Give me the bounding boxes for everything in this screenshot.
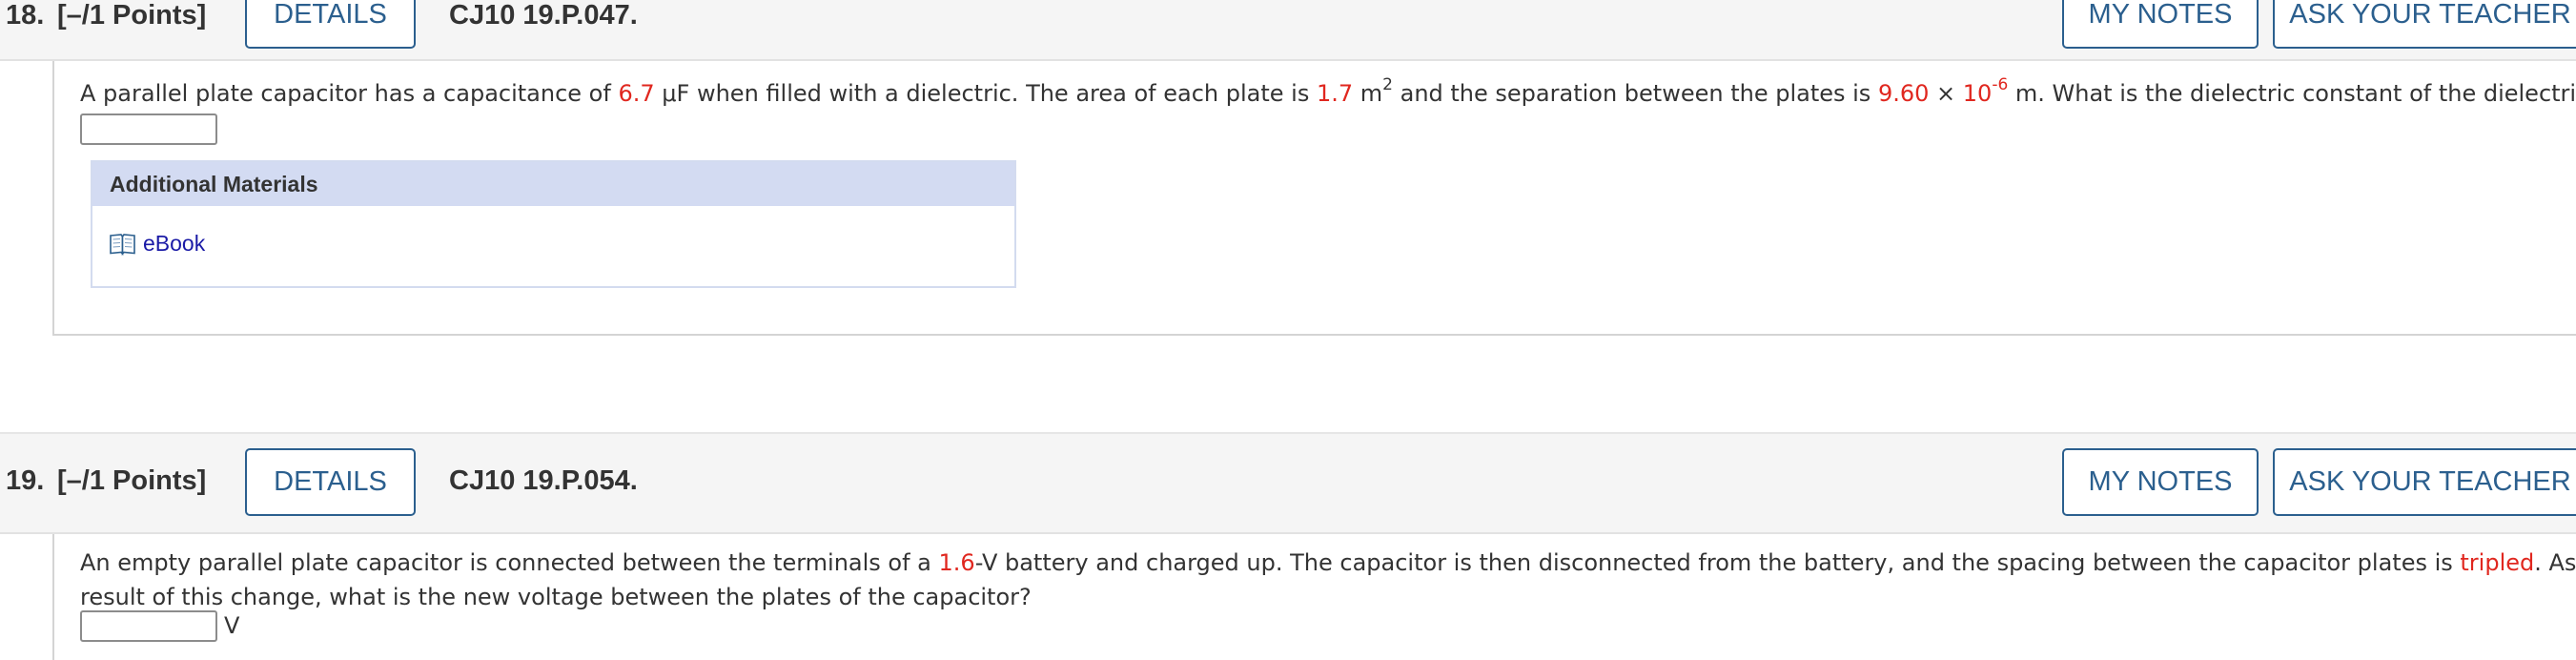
question-19-body: An empty parallel plate capacitor is con… [52,534,2576,660]
prompt-text: A parallel plate capacitor has a capacit… [80,80,619,107]
separation-mantissa: 9.60 [1877,80,1930,107]
ask-your-teacher-button[interactable]: ASK YOUR TEACHER [2273,448,2576,516]
additional-materials-title: Additional Materials [92,162,1014,206]
webassign-page: 18. [–/1 Points] DETAILS CJ10 19.P.047. … [0,0,2576,660]
question-points: [–/1 Points] [57,0,207,31]
answer-input[interactable] [80,610,217,642]
question-points: [–/1 Points] [57,465,207,496]
question-18-body: A parallel plate capacitor has a capacit… [52,61,2576,336]
my-notes-button[interactable]: MY NOTES [2062,448,2259,516]
separation-exponent: -6 [1992,75,2009,94]
prompt-text: m [1353,80,1383,107]
times-symbol: × [1929,80,1963,107]
prompt-text: -V battery and charged up. The capacitor… [974,549,2461,576]
area-value: 1.7 [1316,80,1354,107]
question-code: CJ10 19.P.047. [449,0,638,31]
spacing-change-value: tripled [2460,549,2535,576]
prompt-text: and the separation between the plates is [1392,80,1878,107]
ask-your-teacher-button[interactable]: ASK YOUR TEACHER [2273,0,2576,49]
question-prompt: An empty parallel plate capacitor is con… [80,546,2576,614]
my-notes-button[interactable]: MY NOTES [2062,0,2259,49]
prompt-text: result of this change, what is the new v… [80,584,1032,610]
prompt-text: m. What is the dielectric constant of th… [2008,80,2576,107]
prompt-text: An empty parallel plate capacitor is con… [80,549,939,576]
ebook-label: eBook [143,231,206,256]
additional-materials-panel: Additional Materials eBook [91,160,1016,288]
voltage-value: 1.6 [938,549,975,576]
separation-base: 10 [1962,80,1993,107]
question-number: 18. [6,0,45,31]
prompt-text: . As a [2534,549,2576,576]
ebook-link[interactable]: eBook [110,231,205,257]
open-book-icon [110,233,135,256]
answer-unit: V [224,612,240,639]
prompt-text: μF when filled with a dielectric. The ar… [654,80,1317,107]
question-number: 19. [6,465,45,496]
details-button[interactable]: DETAILS [245,0,416,49]
question-prompt: A parallel plate capacitor has a capacit… [80,76,2576,111]
details-button[interactable]: DETAILS [245,448,416,516]
answer-input[interactable] [80,113,217,145]
area-exponent: 2 [1382,75,1393,94]
question-19-header: 19. [–/1 Points] DETAILS CJ10 19.P.054. … [0,432,2576,534]
capacitance-value: 6.7 [618,80,655,107]
question-code: CJ10 19.P.054. [449,465,638,496]
question-18-header: 18. [–/1 Points] DETAILS CJ10 19.P.047. … [0,0,2576,61]
